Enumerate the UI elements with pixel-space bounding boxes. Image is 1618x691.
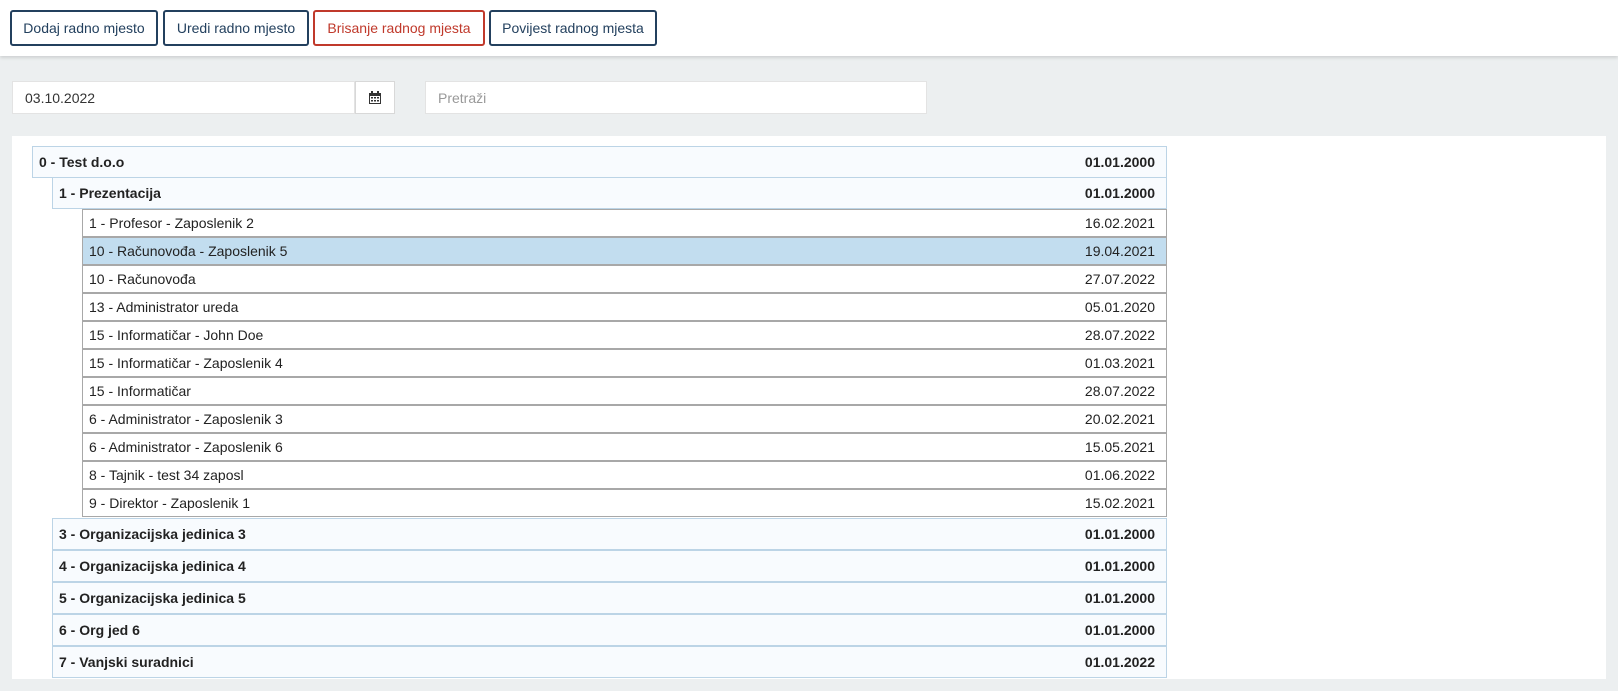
tree-row-date: 19.04.2021 [1084, 243, 1155, 259]
tree-row-label: 8 - Tajnik - test 34 zaposl [89, 467, 244, 483]
tree-position-row[interactable]: 6 - Administrator - Zaposlenik 6 15.05.2… [82, 433, 1167, 461]
tree-row-date: 28.07.2022 [1084, 383, 1155, 399]
search-input[interactable] [425, 81, 927, 114]
calendar-button[interactable] [355, 81, 395, 114]
tree-row-date: 27.07.2022 [1084, 271, 1155, 287]
tree-row-date: 28.07.2022 [1084, 327, 1155, 343]
tree-position-row[interactable]: 13 - Administrator ureda 05.01.2020 [82, 293, 1167, 321]
tree-row-label: 6 - Administrator - Zaposlenik 3 [89, 411, 283, 427]
tree-unit-row[interactable]: 3 - Organizacijska jedinica 3 01.01.2000 [52, 518, 1167, 550]
tree-row-date: 01.01.2000 [1084, 590, 1155, 606]
tree-unit-row[interactable]: 6 - Org jed 6 01.01.2000 [52, 614, 1167, 646]
tree-root-row[interactable]: 0 - Test d.o.o 01.01.2000 [32, 146, 1167, 178]
tree-unit-row[interactable]: 1 - Prezentacija 01.01.2000 [52, 177, 1167, 209]
tree-row-date: 01.06.2022 [1084, 467, 1155, 483]
tree-row-label: 1 - Profesor - Zaposlenik 2 [89, 215, 254, 231]
tree-position-row[interactable]: 15 - Informatičar - John Doe 28.07.2022 [82, 321, 1167, 349]
tree-row-date: 01.01.2000 [1084, 622, 1155, 638]
calendar-icon [369, 90, 381, 104]
tree-row-label: 15 - Informatičar - John Doe [89, 327, 264, 343]
tree-row-label: 6 - Org jed 6 [59, 622, 140, 638]
tree-row-date: 01.01.2000 [1084, 526, 1155, 542]
tree-unit-row[interactable]: 5 - Organizacijska jedinica 5 01.01.2000 [52, 582, 1167, 614]
tree-row-date: 01.03.2021 [1084, 355, 1155, 371]
tree-row-label: 3 - Organizacijska jedinica 3 [59, 526, 246, 542]
tree-row-label: 15 - Informatičar - Zaposlenik 4 [89, 355, 283, 371]
tree-position-row[interactable]: 9 - Direktor - Zaposlenik 1 15.02.2021 [82, 489, 1167, 517]
tree-position-row[interactable]: 10 - Računovođa 27.07.2022 [82, 265, 1167, 293]
tree-panel: 0 - Test d.o.o 01.01.2000 1 - Prezentaci… [12, 136, 1606, 679]
date-input[interactable] [12, 81, 355, 114]
toolbar: Dodaj radno mjesto Uredi radno mjesto Br… [0, 0, 1618, 56]
position-history-button[interactable]: Povijest radnog mjesta [489, 10, 657, 46]
tree-row-date: 01.01.2000 [1084, 558, 1155, 574]
tree-row-label: 7 - Vanjski suradnici [59, 654, 194, 670]
tree-row-label: 0 - Test d.o.o [39, 154, 125, 170]
tree-position-row[interactable]: 6 - Administrator - Zaposlenik 3 20.02.2… [82, 405, 1167, 433]
tree-row-label: 1 - Prezentacija [59, 185, 161, 201]
tree-row-label: 4 - Organizacijska jedinica 4 [59, 558, 246, 574]
tree-row-date: 01.01.2000 [1084, 185, 1155, 201]
tree-row-date: 15.05.2021 [1084, 439, 1155, 455]
add-position-button[interactable]: Dodaj radno mjesto [10, 10, 158, 46]
tree-unit-row[interactable]: 4 - Organizacijska jedinica 4 01.01.2000 [52, 550, 1167, 582]
tree-position-row-selected[interactable]: 10 - Računovođa - Zaposlenik 5 19.04.202… [82, 237, 1167, 265]
tree-unit-row[interactable]: 7 - Vanjski suradnici 01.01.2022 [52, 646, 1167, 678]
tree-position-row[interactable]: 1 - Profesor - Zaposlenik 2 16.02.2021 [82, 209, 1167, 237]
tree-position-row[interactable]: 15 - Informatičar - Zaposlenik 4 01.03.2… [82, 349, 1167, 377]
tree-row-label: 15 - Informatičar [89, 383, 191, 399]
tree-row-date: 15.02.2021 [1084, 495, 1155, 511]
tree-row-date: 20.02.2021 [1084, 411, 1155, 427]
tree-position-row[interactable]: 15 - Informatičar 28.07.2022 [82, 377, 1167, 405]
edit-position-button[interactable]: Uredi radno mjesto [163, 10, 309, 46]
tree-position-row[interactable]: 8 - Tajnik - test 34 zaposl 01.06.2022 [82, 461, 1167, 489]
tree-row-label: 10 - Računovođa - Zaposlenik 5 [89, 243, 288, 259]
tree-row-label: 13 - Administrator ureda [89, 299, 239, 315]
tree-row-date: 16.02.2021 [1084, 215, 1155, 231]
tree-row-label: 5 - Organizacijska jedinica 5 [59, 590, 246, 606]
tree-row-date: 01.01.2022 [1084, 654, 1155, 670]
tree-row-date: 05.01.2020 [1084, 299, 1155, 315]
tree-row-date: 01.01.2000 [1084, 154, 1155, 170]
tree-row-label: 9 - Direktor - Zaposlenik 1 [89, 495, 251, 511]
tree-row-label: 10 - Računovođa [89, 271, 196, 287]
delete-position-button[interactable]: Brisanje radnog mjesta [313, 10, 485, 46]
tree-row-label: 6 - Administrator - Zaposlenik 6 [89, 439, 283, 455]
